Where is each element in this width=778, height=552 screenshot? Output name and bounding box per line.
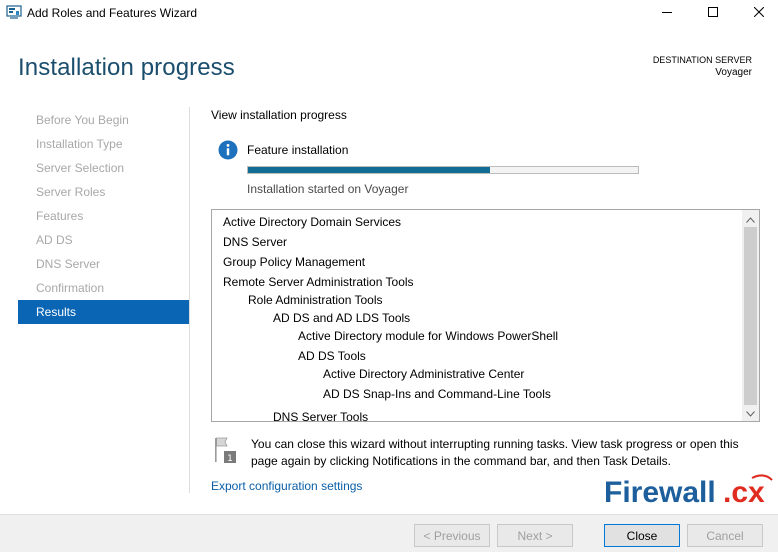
result-item: Group Policy Management [223, 255, 366, 269]
nav-item-ad-ds: AD DS [36, 233, 73, 247]
window-title: Add Roles and Features Wizard [27, 6, 198, 20]
chevron-up-icon [746, 210, 755, 228]
wizard-footer: < Previous Next > Close Cancel [0, 514, 778, 552]
scrollbar-thumb[interactable] [744, 227, 757, 405]
scroll-up-button[interactable] [742, 210, 759, 227]
result-item: Remote Server Administration Tools [223, 275, 414, 289]
server-manager-icon [6, 5, 22, 19]
nav-item-features: Features [36, 209, 84, 223]
cancel-button[interactable]: Cancel [687, 524, 763, 547]
chevron-down-icon [746, 404, 755, 422]
scroll-down-button[interactable] [742, 404, 759, 421]
nav-divider [189, 107, 190, 493]
nav-item-before-you-begin: Before You Begin [36, 113, 129, 127]
installation-status-text: Installation started on Voyager [247, 182, 409, 196]
export-configuration-link[interactable]: Export configuration settings [211, 479, 362, 493]
wizard-steps-nav: Before You Begin Installation Type Serve… [18, 108, 189, 324]
nav-item-confirmation: Confirmation [36, 281, 105, 295]
installation-progress-bar [247, 166, 639, 174]
close-button[interactable]: Close [604, 524, 680, 547]
firewall-cx-logo: Firewall .cx [604, 472, 774, 510]
close-icon [753, 4, 765, 22]
title-bar: Add Roles and Features Wizard [0, 0, 778, 26]
result-item: Active Directory module for Windows Powe… [298, 329, 559, 343]
notification-flag-icon: 1 [213, 436, 239, 466]
nav-item-results[interactable]: Results [18, 300, 189, 324]
result-item: AD DS and AD LDS Tools [273, 311, 411, 325]
result-item: DNS Server [223, 235, 288, 249]
svg-text:.cx: .cx [723, 476, 765, 509]
svg-text:1: 1 [227, 454, 233, 464]
logo-text: Firewall [604, 476, 716, 509]
vertical-scrollbar[interactable] [742, 210, 759, 421]
feature-installation-label: Feature installation [247, 143, 349, 157]
result-item: AD DS Snap-Ins and Command-Line Tools [323, 387, 551, 401]
result-item: Role Administration Tools [248, 293, 383, 307]
destination-server-label: DESTINATION SERVER [652, 55, 752, 65]
page-title: Installation progress [18, 54, 235, 81]
nav-item-server-selection: Server Selection [36, 161, 125, 175]
results-list: Active Directory Domain Services DNS Serv… [212, 210, 742, 421]
results-list-box[interactable]: Active Directory Domain Services DNS Serv… [211, 209, 760, 422]
minimize-button[interactable] [644, 0, 690, 26]
nav-item-server-roles: Server Roles [36, 185, 106, 199]
maximize-button[interactable] [690, 0, 736, 26]
info-icon [218, 140, 238, 160]
maximize-icon [708, 4, 718, 22]
progress-fill [248, 167, 490, 173]
result-item: DNS Server Tools [273, 410, 369, 421]
result-item: Active Directory Administrative Center [323, 367, 525, 381]
close-wizard-note: You can close this wizard without interr… [251, 437, 739, 468]
next-button[interactable]: Next > [497, 524, 573, 547]
nav-item-installation-type: Installation Type [36, 137, 123, 151]
result-item: Active Directory Domain Services [223, 215, 402, 229]
destination-server-value: Voyager [715, 67, 752, 78]
previous-button[interactable]: < Previous [414, 524, 490, 547]
result-item: AD DS Tools [298, 349, 366, 363]
nav-item-dns-server: DNS Server [36, 257, 101, 271]
section-heading: View installation progress [211, 108, 347, 122]
close-window-button[interactable] [736, 0, 778, 26]
minimize-icon [662, 4, 672, 22]
